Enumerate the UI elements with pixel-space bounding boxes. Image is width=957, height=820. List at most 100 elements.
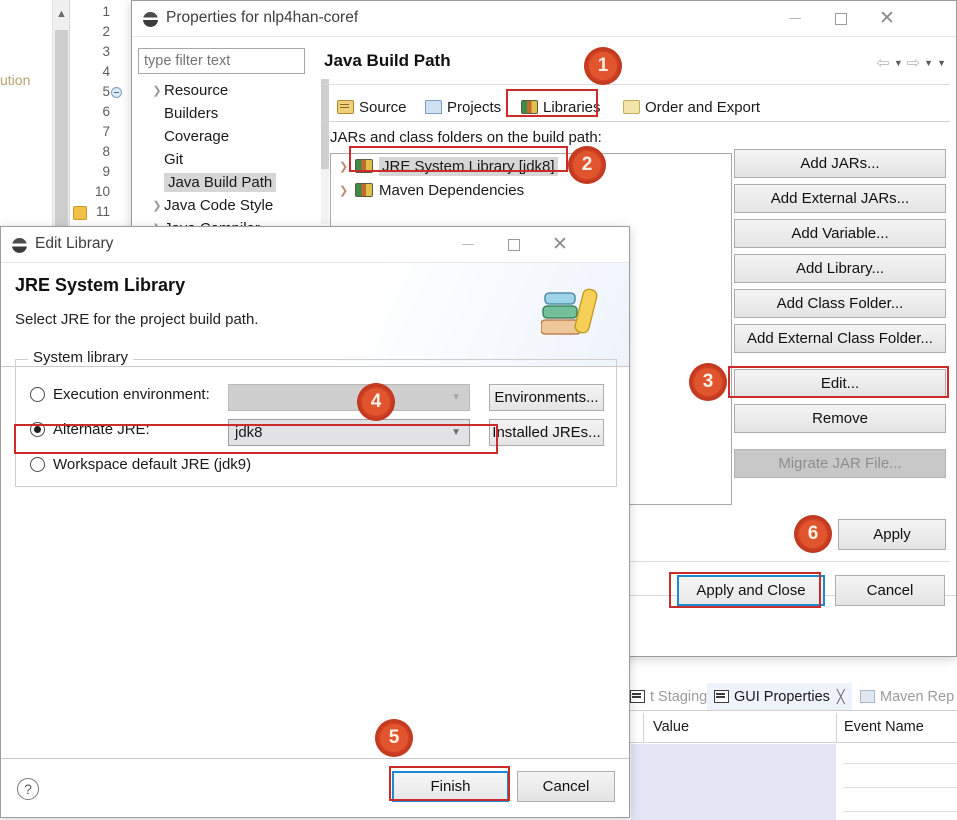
chevron-down-icon[interactable]: ▼ (894, 58, 903, 68)
edit-button[interactable]: Edit... (734, 369, 946, 398)
chevron-right-icon[interactable]: ❯ (150, 199, 164, 212)
eclipse-icon (12, 238, 27, 253)
radio-alternate-jre[interactable] (30, 422, 45, 437)
tab-label: Order and Export (645, 98, 761, 116)
workspace-default-jre-radio-row[interactable]: Workspace default JRE (jdk9) (30, 456, 251, 473)
tab-label: Maven Rep (880, 688, 955, 705)
minimize-button[interactable] (772, 1, 818, 36)
line-number: 5 (102, 84, 110, 99)
help-question-icon[interactable]: ? (17, 778, 39, 800)
tab-order-and-export[interactable]: Order and Export (616, 93, 767, 121)
annotation-badge-4: 4 (357, 383, 395, 421)
alternate-jre-combo[interactable]: jdk8 ▼ (228, 419, 470, 446)
tab-source[interactable]: Source (330, 93, 414, 121)
column-header-value[interactable]: Value (653, 719, 689, 735)
tab-libraries[interactable]: Libraries (514, 93, 608, 121)
annotation-badge-1: 1 (584, 47, 622, 85)
chevron-down-icon: ▼ (451, 392, 461, 403)
tree-item-label: Git (164, 151, 184, 168)
annotation-badge-2: 2 (568, 146, 606, 184)
maximize-button[interactable] (818, 1, 864, 36)
tab-maven-repositories[interactable]: Maven Rep (853, 683, 957, 710)
tree-item-resource[interactable]: ❯ Resource (138, 79, 320, 102)
page-title: Java Build Path (324, 51, 451, 70)
line-number: 7 (102, 124, 110, 139)
page-nav-icons: ⇦ ▼ ⇨ ▼ ▼ (876, 53, 946, 73)
radio-execution-environment[interactable] (30, 387, 45, 402)
close-button[interactable]: ✕ (537, 227, 583, 262)
tree-item-java-build-path[interactable]: ❯ Java Build Path (138, 171, 320, 194)
line-number: 9 (102, 164, 110, 179)
close-icon: ✕ (879, 8, 895, 29)
alternate-jre-radio-row[interactable]: Alternate JRE: (30, 421, 150, 438)
maximize-button[interactable] (491, 227, 537, 262)
annotation-badge-5: 5 (375, 719, 413, 757)
remove-button[interactable]: Remove (734, 404, 946, 433)
tree-item-coverage[interactable]: ❯ Coverage (138, 125, 320, 148)
properties-dialog-titlebar[interactable]: Properties for nlp4han-coref ✕ (132, 1, 956, 37)
bottom-views-panel: t Staging GUI Properties ╳ Maven Rep Val… (623, 655, 957, 820)
radio-label: Execution environment: (53, 386, 210, 403)
installed-jres-button[interactable]: Installed JREs... (489, 419, 604, 446)
jre-system-library-item[interactable]: ❯ JRE System Library [jdk8] (331, 154, 731, 178)
staging-icon (630, 690, 645, 703)
apply-button[interactable]: Apply (838, 519, 946, 550)
properties-dialog-title: Properties for nlp4han-coref (166, 9, 359, 26)
finish-button[interactable]: Finish (392, 771, 509, 802)
projects-folder-icon (425, 100, 442, 114)
tab-label: GUI Properties (734, 688, 830, 705)
eclipse-icon (143, 12, 158, 27)
tab-label: Projects (447, 98, 502, 116)
edit-library-titlebar[interactable]: Edit Library ✕ (1, 227, 629, 263)
properties-table-body[interactable] (623, 744, 957, 820)
add-external-class-folder-button[interactable]: Add External Class Folder... (734, 324, 946, 353)
add-library-button[interactable]: Add Library... (734, 254, 946, 283)
chevron-right-icon[interactable]: ❯ (339, 160, 355, 173)
bottom-view-tabbar: t Staging GUI Properties ╳ Maven Rep (623, 681, 957, 711)
tab-staging[interactable]: t Staging (623, 683, 714, 710)
tab-label: Source (359, 98, 407, 116)
tree-item-label: Resource (164, 82, 229, 99)
tab-label: Libraries (543, 98, 601, 116)
line-number: 3 (102, 44, 110, 59)
list-item-label: Maven Dependencies (379, 181, 525, 199)
add-jars-button[interactable]: Add JARs... (734, 149, 946, 178)
tree-item-label: Java Code Style (164, 197, 274, 214)
radio-workspace-default-jre[interactable] (30, 457, 45, 472)
code-fold-icon[interactable] (111, 87, 122, 98)
tab-projects[interactable]: Projects (418, 93, 508, 121)
tree-item-label: Coverage (164, 128, 230, 145)
properties-cancel-button[interactable]: Cancel (835, 575, 945, 606)
forward-arrow-icon[interactable]: ⇨ (907, 53, 920, 73)
maven-dependencies-item[interactable]: ❯ Maven Dependencies (331, 178, 731, 202)
environments-button[interactable]: Environments... (489, 384, 604, 411)
close-button[interactable]: ✕ (864, 1, 910, 36)
column-header-event-name[interactable]: Event Name (844, 719, 924, 735)
close-icon[interactable]: ╳ (837, 689, 845, 705)
editor-vertical-scrollbar[interactable]: ▲ (52, 0, 69, 228)
tree-item-git[interactable]: ❯ Git (138, 148, 320, 171)
tree-item-builders[interactable]: ❯ Builders (138, 102, 320, 125)
books-stack-icon (541, 288, 598, 335)
tree-item-java-code-style[interactable]: ❯ Java Code Style (138, 194, 320, 217)
minimize-button[interactable] (445, 227, 491, 262)
back-arrow-icon[interactable]: ⇦ (876, 53, 889, 73)
chevron-down-icon[interactable]: ▼ (451, 427, 461, 438)
add-variable-button[interactable]: Add Variable... (734, 219, 946, 248)
filter-input[interactable] (138, 48, 305, 74)
edit-library-cancel-button[interactable]: Cancel (517, 771, 615, 802)
tab-gui-properties[interactable]: GUI Properties ╳ (707, 683, 852, 710)
chevron-down-icon[interactable]: ▼ (937, 58, 946, 68)
add-external-jars-button[interactable]: Add External JARs... (734, 184, 946, 213)
scroll-up-icon[interactable]: ▲ (53, 0, 70, 28)
warning-marker-icon[interactable] (73, 206, 87, 220)
library-icon (355, 159, 373, 173)
chevron-right-icon[interactable]: ❯ (150, 84, 164, 97)
add-class-folder-button[interactable]: Add Class Folder... (734, 289, 946, 318)
chevron-down-icon[interactable]: ▼ (924, 58, 933, 68)
selected-rows-block[interactable] (631, 744, 836, 820)
scrollbar-thumb[interactable] (55, 30, 68, 226)
chevron-right-icon[interactable]: ❯ (339, 184, 355, 197)
execution-environment-radio-row[interactable]: Execution environment: (30, 386, 210, 403)
apply-and-close-button[interactable]: Apply and Close (677, 575, 825, 606)
